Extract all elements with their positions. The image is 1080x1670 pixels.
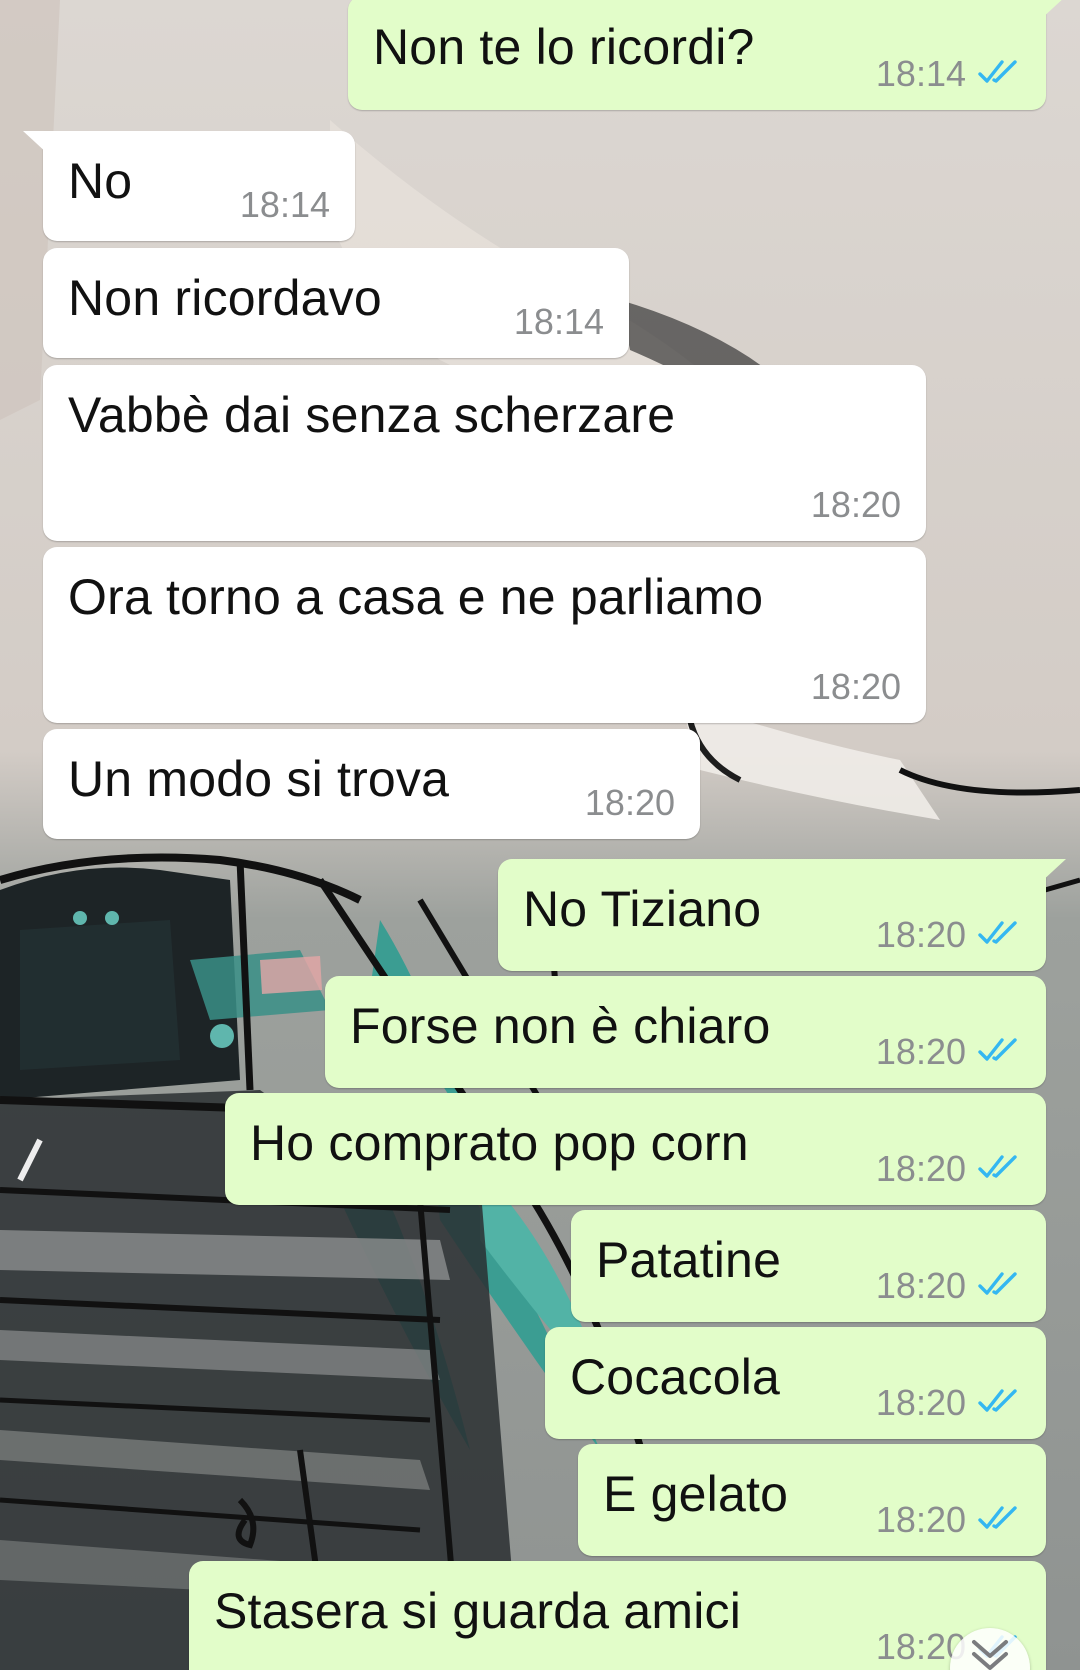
outgoing-message-bubble[interactable]: Ho comprato pop corn 18:20 [225, 1093, 1046, 1205]
outgoing-message-bubble[interactable]: No Tiziano 18:20 [498, 859, 1066, 971]
message-timestamp: 18:20 [875, 1031, 966, 1072]
incoming-message-bubble[interactable]: Non ricordavo 18:14 [43, 248, 629, 358]
read-receipt-icon [978, 60, 1017, 83]
message-timestamp: 18:20 [875, 1265, 966, 1306]
message-timestamp: 18:20 [875, 1382, 966, 1423]
message-timestamp: 18:14 [875, 53, 966, 94]
message-text: Ora torno a casa e ne parliamo [68, 569, 764, 625]
bubble-tail [1040, 859, 1066, 883]
outgoing-message-bubble[interactable]: Stasera si guarda amici 18:20 [189, 1561, 1046, 1670]
bubble-tail [23, 131, 49, 155]
message-timestamp: 18:20 [875, 1148, 966, 1189]
read-receipt-icon [978, 1389, 1017, 1412]
incoming-message-bubble[interactable]: Ora torno a casa e ne parliamo 18:20 [43, 547, 926, 723]
message-text: No Tiziano [523, 881, 762, 937]
message-text: Vabbè dai senza scherzare [68, 387, 676, 443]
message-timestamp: 18:14 [513, 301, 604, 342]
chevron-down-icon [972, 1640, 1008, 1670]
outgoing-message-bubble[interactable]: Patatine 18:20 [571, 1210, 1046, 1322]
outgoing-message-bubble[interactable]: E gelato 18:20 [578, 1444, 1046, 1556]
message-text: Non te lo ricordi? [373, 19, 755, 75]
outgoing-message-bubble[interactable]: Forse non è chiaro 18:20 [325, 976, 1046, 1088]
read-receipt-icon [978, 1155, 1017, 1178]
message-text: Un modo si trova [68, 751, 450, 807]
message-text: Ho comprato pop corn [250, 1115, 749, 1171]
message-timestamp: 18:20 [875, 1499, 966, 1540]
bubble-tail [1040, 0, 1062, 20]
incoming-message-bubble[interactable]: Un modo si trova 18:20 [43, 729, 700, 839]
message-text: Forse non è chiaro [350, 998, 771, 1054]
read-receipt-icon [978, 921, 1017, 944]
message-timestamp: 18:20 [810, 484, 901, 525]
scroll-to-bottom-button[interactable] [950, 1628, 1030, 1670]
message-text: Patatine [596, 1232, 782, 1288]
read-receipt-icon [978, 1506, 1017, 1529]
message-timestamp: 18:20 [584, 782, 675, 823]
message-timestamp: 18:20 [875, 914, 966, 955]
message-timestamp: 18:14 [239, 184, 330, 225]
message-timestamp: 18:20 [810, 666, 901, 707]
incoming-message-bubble[interactable]: Vabbè dai senza scherzare 18:20 [43, 365, 926, 541]
message-text: Stasera si guarda amici [214, 1583, 742, 1639]
incoming-message-bubble[interactable]: No 18:14 [23, 131, 355, 241]
outgoing-message-bubble[interactable]: Non te lo ricordi? 18:14 [348, 0, 1062, 110]
outgoing-message-bubble[interactable]: Cocacola 18:20 [545, 1327, 1046, 1439]
message-text: Cocacola [570, 1349, 781, 1405]
read-receipt-icon [978, 1038, 1017, 1061]
message-text: Non ricordavo [68, 270, 382, 326]
message-text: No [68, 153, 133, 209]
chat-message-list[interactable]: Non te lo ricordi? 18:14 No 18:14 Non ricord… [0, 0, 1080, 1670]
read-receipt-icon [978, 1272, 1017, 1295]
message-text: E gelato [603, 1466, 789, 1522]
